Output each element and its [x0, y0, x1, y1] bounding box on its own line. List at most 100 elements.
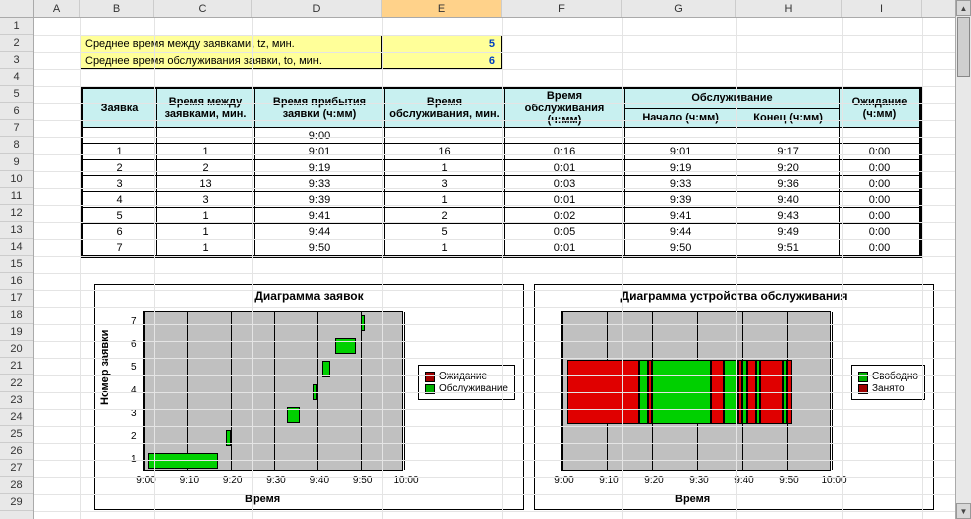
- param-to-value[interactable]: 6: [381, 53, 501, 68]
- row-header-1[interactable]: 1: [0, 18, 33, 35]
- col-header-D[interactable]: D: [252, 0, 382, 17]
- cell[interactable]: 9:01: [255, 144, 385, 160]
- col-header-A[interactable]: A: [34, 0, 80, 17]
- row-header-27[interactable]: 27: [0, 460, 33, 477]
- legend-label-free: Свободно: [872, 371, 918, 382]
- cell[interactable]: [625, 128, 737, 144]
- param-tz-value[interactable]: 5: [381, 36, 501, 52]
- cell[interactable]: 9:01: [625, 144, 737, 160]
- row-header-19[interactable]: 19: [0, 324, 33, 341]
- cell[interactable]: 7: [83, 240, 157, 256]
- cell[interactable]: 1: [385, 240, 505, 256]
- select-all-corner[interactable]: [0, 0, 34, 17]
- cell[interactable]: 9:44: [255, 224, 385, 240]
- vertical-scrollbar[interactable]: ▲ ▼: [955, 0, 971, 519]
- row-header-3[interactable]: 3: [0, 52, 33, 69]
- cell[interactable]: 0:00: [840, 176, 920, 192]
- cell[interactable]: 9:33: [625, 176, 737, 192]
- cell[interactable]: 2: [157, 160, 255, 176]
- cell[interactable]: 9:19: [625, 160, 737, 176]
- cell[interactable]: 9:49: [737, 224, 840, 240]
- cell[interactable]: 16: [385, 144, 505, 160]
- cell[interactable]: 9:44: [625, 224, 737, 240]
- cell[interactable]: 9:00: [255, 128, 385, 144]
- col-header-E[interactable]: E: [382, 0, 502, 17]
- cell[interactable]: [505, 128, 625, 144]
- col-header-G[interactable]: G: [622, 0, 736, 17]
- row-header-2[interactable]: 2: [0, 35, 33, 52]
- cell[interactable]: [385, 128, 505, 144]
- scroll-thumb[interactable]: [957, 17, 970, 77]
- cell[interactable]: 9:51: [737, 240, 840, 256]
- row-header-5[interactable]: 5: [0, 86, 33, 103]
- row-header-22[interactable]: 22: [0, 375, 33, 392]
- cell[interactable]: 1: [157, 240, 255, 256]
- cell[interactable]: 1: [157, 224, 255, 240]
- table-row: 9:00: [83, 128, 920, 144]
- cell[interactable]: 9:50: [625, 240, 737, 256]
- scroll-up-button[interactable]: ▲: [956, 0, 971, 16]
- row-header-21[interactable]: 21: [0, 358, 33, 375]
- row-header-29[interactable]: 29: [0, 494, 33, 511]
- row-header-12[interactable]: 12: [0, 205, 33, 222]
- row-header-20[interactable]: 20: [0, 341, 33, 358]
- cell[interactable]: [737, 128, 840, 144]
- cell[interactable]: 5: [385, 224, 505, 240]
- row-header-18[interactable]: 18: [0, 307, 33, 324]
- col-header-H[interactable]: H: [736, 0, 842, 17]
- cell[interactable]: 0:00: [840, 160, 920, 176]
- cell[interactable]: 0:03: [505, 176, 625, 192]
- cell[interactable]: 13: [157, 176, 255, 192]
- row-header-9[interactable]: 9: [0, 154, 33, 171]
- row-header-14[interactable]: 14: [0, 239, 33, 256]
- cell[interactable]: 3: [83, 176, 157, 192]
- cell[interactable]: 9:36: [737, 176, 840, 192]
- cell[interactable]: 1: [157, 144, 255, 160]
- row-header-10[interactable]: 10: [0, 171, 33, 188]
- cell[interactable]: 9:19: [255, 160, 385, 176]
- scroll-down-button[interactable]: ▼: [956, 503, 971, 519]
- row-header-6[interactable]: 6: [0, 103, 33, 120]
- cell[interactable]: [83, 128, 157, 144]
- cells-area[interactable]: Среднее время между заявками, tz, мин. 5…: [34, 18, 955, 519]
- cell[interactable]: 0:00: [840, 144, 920, 160]
- param-tz-label: Среднее время между заявками, tz, мин.: [81, 38, 381, 50]
- row-header-11[interactable]: 11: [0, 188, 33, 205]
- col-header-C[interactable]: C: [154, 0, 252, 17]
- row-header-7[interactable]: 7: [0, 120, 33, 137]
- cell[interactable]: 0:16: [505, 144, 625, 160]
- cell[interactable]: [840, 128, 920, 144]
- cell[interactable]: 1: [83, 144, 157, 160]
- cell[interactable]: 2: [83, 160, 157, 176]
- row-header-28[interactable]: 28: [0, 477, 33, 494]
- row-header-26[interactable]: 26: [0, 443, 33, 460]
- cell[interactable]: 0:01: [505, 160, 625, 176]
- row-header-4[interactable]: 4: [0, 69, 33, 86]
- cell[interactable]: 9:17: [737, 144, 840, 160]
- col-header-F[interactable]: F: [502, 0, 622, 17]
- col-header-B[interactable]: B: [80, 0, 154, 17]
- row-header-16[interactable]: 16: [0, 273, 33, 290]
- cell[interactable]: [157, 128, 255, 144]
- row-header-17[interactable]: 17: [0, 290, 33, 307]
- chart1-title: Диаграмма заявок: [95, 285, 523, 305]
- th-end: Конец (ч:мм): [737, 108, 840, 128]
- row-header-15[interactable]: 15: [0, 256, 33, 273]
- cell[interactable]: 0:05: [505, 224, 625, 240]
- col-header-I[interactable]: I: [842, 0, 922, 17]
- row-header-24[interactable]: 24: [0, 409, 33, 426]
- cell[interactable]: 9:33: [255, 176, 385, 192]
- cell[interactable]: 9:20: [737, 160, 840, 176]
- row-header-25[interactable]: 25: [0, 426, 33, 443]
- cell[interactable]: 9:50: [255, 240, 385, 256]
- row-header-8[interactable]: 8: [0, 137, 33, 154]
- cell[interactable]: 0:00: [840, 240, 920, 256]
- chart1-ytick: 7: [131, 316, 137, 327]
- row-header-23[interactable]: 23: [0, 392, 33, 409]
- row-header-13[interactable]: 13: [0, 222, 33, 239]
- cell[interactable]: 1: [385, 160, 505, 176]
- cell[interactable]: 3: [385, 176, 505, 192]
- cell[interactable]: 0:00: [840, 224, 920, 240]
- cell[interactable]: 0:01: [505, 240, 625, 256]
- cell[interactable]: 6: [83, 224, 157, 240]
